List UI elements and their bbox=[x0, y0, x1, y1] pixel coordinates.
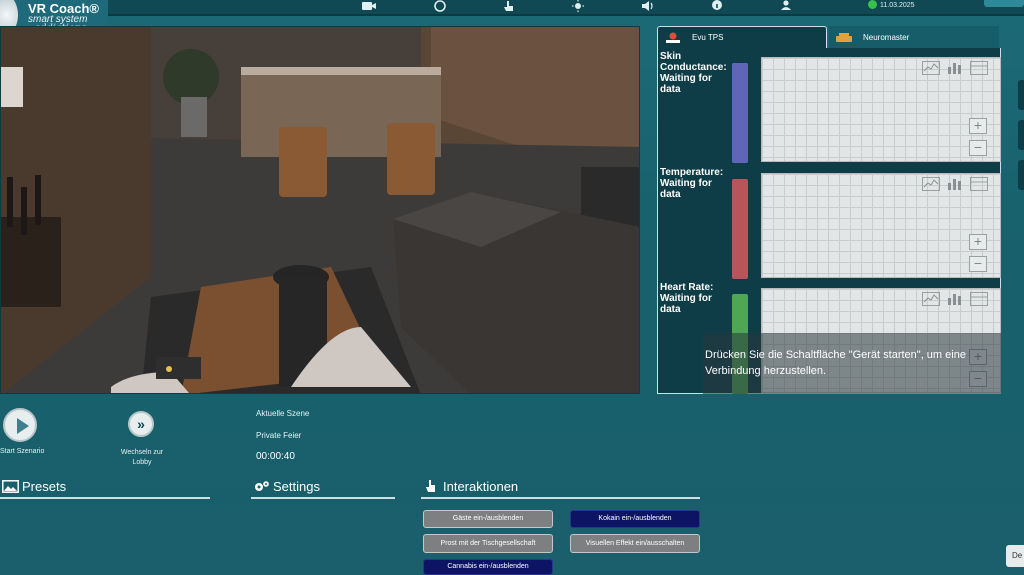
current-scene-name: Private Feier bbox=[256, 431, 302, 440]
switch-to-lobby-label: Wechseln zur Lobby bbox=[120, 449, 164, 466]
line-chart-icon[interactable] bbox=[922, 61, 940, 75]
bar-chart-icon[interactable] bbox=[946, 177, 964, 191]
sensor-temperature: Temperature: Waiting for data + − bbox=[658, 164, 1002, 279]
tab-evu-tps[interactable]: Evu TPS bbox=[657, 26, 827, 48]
tab-neuromaster[interactable]: Neuromaster bbox=[829, 26, 999, 48]
sensor-skin-conductance: Skin Conductance: Waiting for data + − bbox=[658, 48, 1002, 163]
zoom-in-button[interactable]: + bbox=[969, 118, 987, 134]
side-tab-2[interactable] bbox=[1018, 120, 1024, 150]
toggle-cocaine-button[interactable]: Kokain ein-/ausblenden bbox=[570, 510, 700, 528]
zoom-out-button[interactable]: − bbox=[969, 256, 987, 272]
section-interactions[interactable]: Interaktionen bbox=[421, 477, 700, 499]
window-icon[interactable] bbox=[970, 177, 988, 191]
volume-icon[interactable] bbox=[640, 0, 656, 12]
start-scenario-button[interactable] bbox=[3, 408, 37, 442]
section-title: Presets bbox=[22, 479, 67, 494]
connection-hint-text: Drücken Sie die Schaltfläche "Gerät star… bbox=[705, 349, 966, 377]
current-scene-label: Aktuelle Szene bbox=[256, 409, 310, 418]
hand-pointer-icon bbox=[426, 480, 435, 492]
connection-hint-overlay: Drücken Sie die Schaltfläche "Gerät star… bbox=[703, 333, 1001, 394]
connection-status-dot bbox=[868, 0, 877, 9]
section-presets[interactable]: Presets bbox=[0, 477, 210, 499]
vr-scene-viewport[interactable] bbox=[0, 26, 640, 394]
side-tab-1[interactable] bbox=[1018, 80, 1024, 110]
toggle-guests-button[interactable]: Gäste ein-/ausblenden bbox=[423, 510, 553, 528]
camera-icon[interactable] bbox=[361, 0, 377, 12]
start-scenario-label: Start Szenario bbox=[0, 448, 45, 455]
window-icon[interactable] bbox=[970, 292, 988, 306]
zoom-out-button[interactable]: − bbox=[969, 140, 987, 156]
section-title: Interaktionen bbox=[443, 479, 519, 494]
sensor-label: Skin Conductance: Waiting for data bbox=[660, 51, 727, 95]
bar-chart-icon[interactable] bbox=[946, 61, 964, 75]
line-chart-icon[interactable] bbox=[922, 292, 940, 306]
tps-logo-icon bbox=[666, 32, 680, 43]
sensor-label: Temperature: Waiting for data bbox=[660, 167, 724, 200]
sync-icon[interactable] bbox=[432, 0, 448, 12]
toast-table-button[interactable]: Prost mit der Tischgesellschaft bbox=[423, 534, 553, 553]
side-tab-3[interactable] bbox=[1018, 160, 1024, 190]
info-icon[interactable] bbox=[709, 0, 725, 12]
section-settings[interactable]: Settings bbox=[251, 477, 395, 499]
hand-pointer-icon[interactable] bbox=[501, 0, 517, 12]
top-right-button[interactable] bbox=[984, 0, 1024, 7]
tab-label: Evu TPS bbox=[692, 33, 724, 42]
date-label: 11.03.2025 bbox=[880, 2, 915, 9]
gears-icon bbox=[255, 481, 269, 491]
scene-timer: 00:00:40 bbox=[256, 451, 295, 462]
brightness-icon[interactable] bbox=[570, 0, 586, 12]
toggle-visual-effect-button[interactable]: Visuellen Effekt ein/ausschalten bbox=[570, 534, 700, 553]
sensor-level-bar bbox=[732, 179, 748, 279]
zoom-in-button[interactable]: + bbox=[969, 234, 987, 250]
bar-chart-icon[interactable] bbox=[946, 292, 964, 306]
image-icon bbox=[2, 480, 19, 493]
user-icon[interactable] bbox=[778, 0, 794, 12]
line-chart-icon[interactable] bbox=[922, 177, 940, 191]
sensor-graph[interactable]: + − bbox=[761, 173, 1001, 278]
corner-button[interactable]: De bbox=[1006, 545, 1024, 567]
window-icon[interactable] bbox=[970, 61, 988, 75]
sensor-level-bar bbox=[732, 63, 748, 163]
sensor-label: Heart Rate: Waiting for data bbox=[660, 282, 714, 315]
switch-to-lobby-button[interactable]: » bbox=[128, 411, 154, 437]
sensor-graph[interactable]: + − bbox=[761, 57, 1001, 162]
neuromaster-icon bbox=[836, 33, 852, 42]
tab-label: Neuromaster bbox=[863, 32, 910, 42]
section-title: Settings bbox=[273, 479, 320, 494]
vr-scene-render bbox=[1, 27, 639, 393]
toggle-cannabis-button[interactable]: Cannabis ein-/ausblenden bbox=[423, 559, 553, 575]
top-toolbar: 11.03.2025 bbox=[0, 0, 1024, 16]
